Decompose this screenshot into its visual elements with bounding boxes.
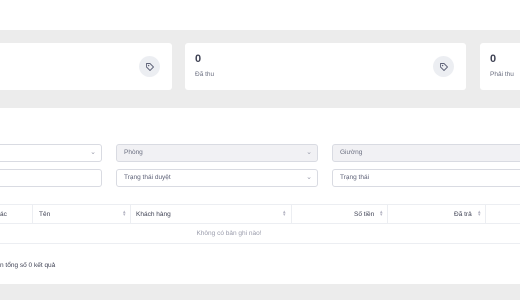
table-header: ác Tên ▴ ▾ Khách hàng ▴ ▾ Số tiền ▴ ▾ Đã tr… (0, 204, 520, 224)
status-select-value: Trạng thái (340, 174, 370, 181)
column-header-amount[interactable]: Số tiền (354, 205, 374, 224)
sort-icon: ▴ ▾ (380, 209, 383, 218)
sort-icon: ▴ ▾ (123, 209, 126, 218)
bed-select-value: Giường (340, 149, 363, 156)
tag-icon (139, 56, 160, 77)
column-divider (387, 205, 388, 224)
column-header-customer[interactable]: Khách hàng (136, 205, 171, 224)
room-select[interactable]: Phòng ⌄ (116, 144, 318, 162)
top-bar (0, 0, 520, 30)
column-header-name[interactable]: Tên (39, 205, 50, 224)
column-header-paid[interactable]: Đã trả (454, 205, 472, 224)
sort-icon: ▴ ▾ (478, 209, 481, 218)
chevron-down-icon: ⌄ (306, 174, 312, 181)
stat-label: Đã thu (195, 71, 215, 78)
stat-value: 0 (490, 53, 497, 65)
result-summary: n tổng số 0 kết quả (0, 262, 56, 269)
column-divider (130, 205, 131, 224)
column-divider (291, 205, 292, 224)
stat-card (0, 43, 172, 90)
status-select[interactable]: Trạng thái (332, 169, 520, 187)
chevron-down-icon: ⌄ (306, 149, 312, 156)
filter-input[interactable] (0, 169, 102, 187)
column-divider (32, 205, 33, 224)
stat-card-collected: 0 Đã thu (185, 43, 466, 90)
sort-icon: ▴ ▾ (283, 209, 286, 218)
approval-status-value: Trạng thái duyệt (124, 174, 171, 181)
chevron-down-icon: ⌄ (90, 149, 96, 156)
stat-value: 0 (195, 53, 202, 65)
column-divider (485, 205, 486, 224)
column-header[interactable]: ác (0, 205, 7, 224)
stat-label: Phải thu (490, 71, 514, 78)
tag-icon (433, 56, 454, 77)
room-select-value: Phòng (124, 149, 143, 156)
list-panel: ⌄ Phòng ⌄ Giường Trạng thái duyệt ⌄ Trạn… (0, 108, 520, 284)
approval-status-select[interactable]: Trạng thái duyệt ⌄ (116, 169, 318, 187)
stat-card-receivable: 0 Phải thu (480, 43, 520, 90)
filter-select[interactable]: ⌄ (0, 144, 102, 162)
bed-select[interactable]: Giường (332, 144, 520, 162)
empty-message: Không có bản ghi nào! (0, 224, 520, 244)
